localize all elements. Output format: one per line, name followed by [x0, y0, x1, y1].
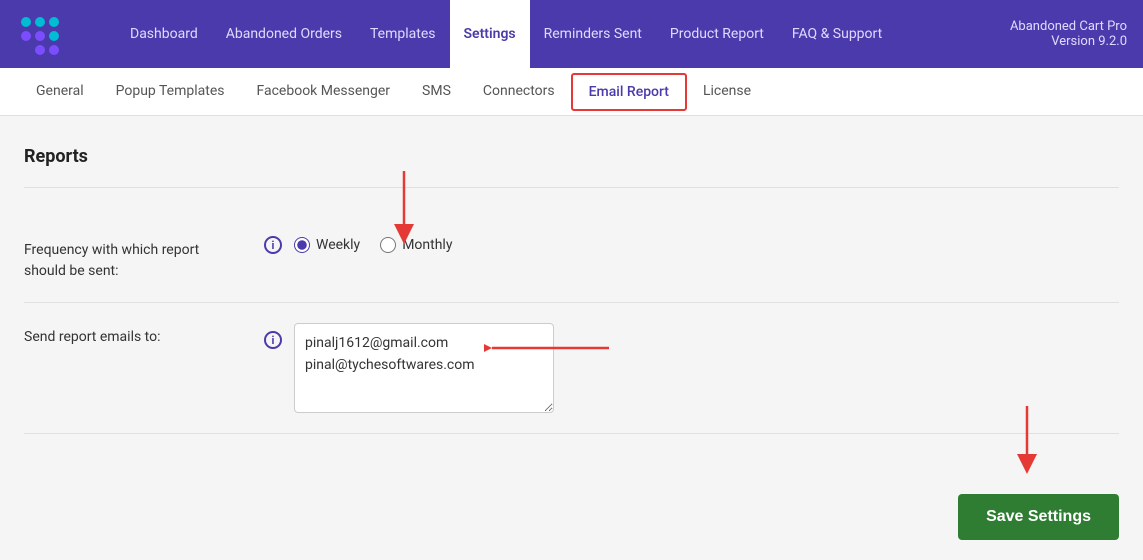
subnav-facebook-messenger[interactable]: Facebook Messenger	[240, 68, 406, 116]
frequency-label: Frequency with which reportshould be sen…	[24, 236, 264, 282]
frequency-radio-group: Weekly Monthly	[294, 237, 452, 253]
email-row: Send report emails to: i pinalj1612@gmai…	[24, 303, 1119, 434]
logo: TYCHE	[16, 10, 96, 58]
email-info-icon[interactable]: i	[264, 331, 282, 349]
main-content: Reports Frequency with which reportshoul…	[0, 116, 1143, 464]
section-title: Reports	[24, 146, 1119, 167]
subnav-email-report[interactable]: Email Report	[571, 73, 687, 111]
top-nav: TYCHE Dashboard Abandoned Orders Templat…	[0, 0, 1143, 68]
frequency-info-icon[interactable]: i	[264, 236, 282, 254]
email-controls: i pinalj1612@gmail.com pinal@tychesoftwa…	[264, 323, 1119, 413]
nav-dashboard[interactable]: Dashboard	[116, 0, 212, 68]
frequency-row: Frequency with which reportshould be sen…	[24, 216, 1119, 303]
nav-settings[interactable]: Settings	[450, 0, 530, 68]
frequency-controls: i Weekly Monthly	[264, 236, 1119, 254]
radio-weekly[interactable]: Weekly	[294, 237, 360, 253]
radio-monthly-label: Monthly	[402, 237, 452, 253]
email-textarea[interactable]: pinalj1612@gmail.com pinal@tychesoftware…	[294, 323, 554, 413]
radio-weekly-label: Weekly	[316, 237, 360, 253]
radio-monthly[interactable]: Monthly	[380, 237, 452, 253]
nav-faq-support[interactable]: FAQ & Support	[778, 0, 896, 68]
nav-templates[interactable]: Templates	[356, 0, 450, 68]
sub-nav: General Popup Templates Facebook Messeng…	[0, 68, 1143, 116]
radio-weekly-input[interactable]	[294, 237, 310, 253]
nav-abandoned-orders[interactable]: Abandoned Orders	[212, 0, 356, 68]
subnav-sms[interactable]: SMS	[406, 68, 467, 116]
section-divider	[24, 187, 1119, 188]
email-label: Send report emails to:	[24, 323, 264, 348]
version-info: Abandoned Cart Pro Version 9.2.0	[1010, 19, 1127, 49]
radio-monthly-input[interactable]	[380, 237, 396, 253]
top-nav-links: Dashboard Abandoned Orders Templates Set…	[116, 0, 1010, 68]
nav-product-report[interactable]: Product Report	[656, 0, 778, 68]
subnav-connectors[interactable]: Connectors	[467, 68, 571, 116]
save-settings-button[interactable]: Save Settings	[958, 494, 1119, 540]
subnav-general[interactable]: General	[20, 68, 100, 116]
nav-reminders-sent[interactable]: Reminders Sent	[530, 0, 656, 68]
subnav-license[interactable]: License	[687, 68, 767, 116]
save-area: Save Settings	[0, 464, 1143, 560]
subnav-popup-templates[interactable]: Popup Templates	[100, 68, 241, 116]
